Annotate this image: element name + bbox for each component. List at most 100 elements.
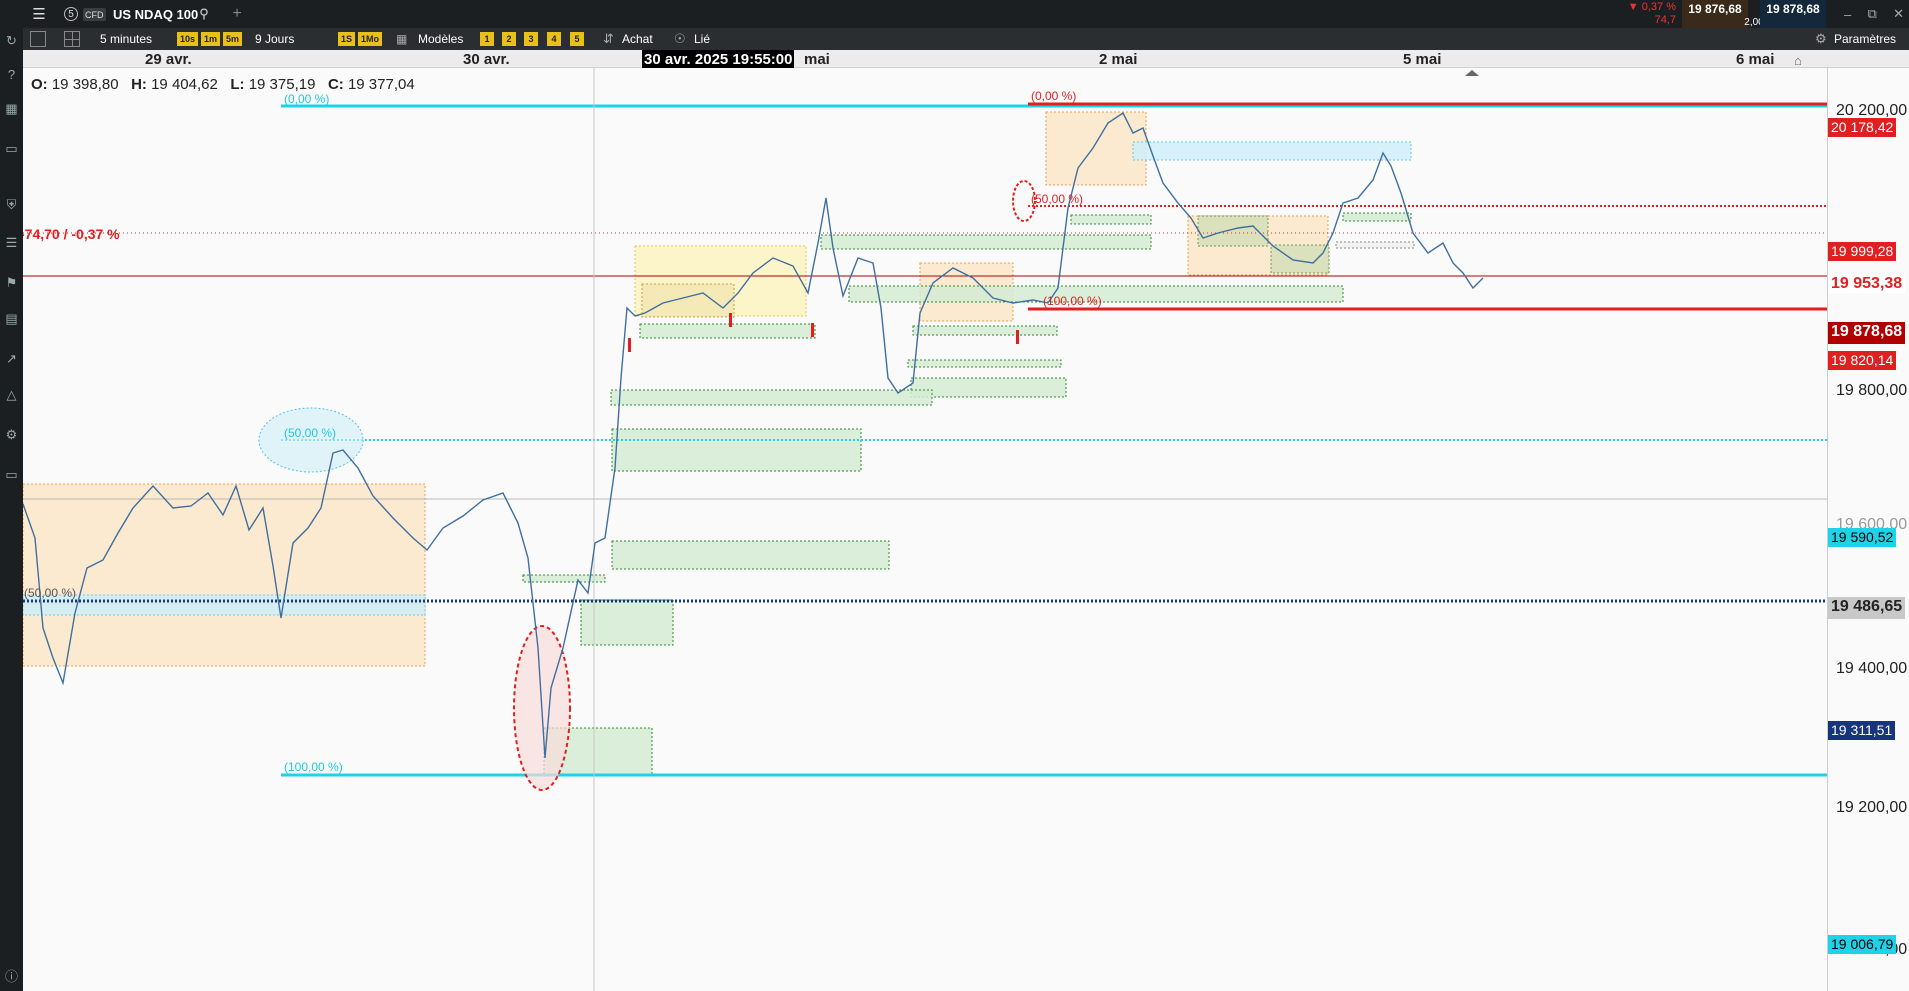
fib-label-red-0: (0,00 %) xyxy=(1031,89,1076,103)
layout-icon[interactable] xyxy=(64,31,80,47)
tf-1s[interactable]: 1S xyxy=(338,32,356,46)
price-tick: 19 400,00 xyxy=(1836,660,1908,677)
fib-label-red-50: (50,00 %) xyxy=(1031,192,1083,206)
zone-orange xyxy=(1045,111,1147,186)
zone-cyan xyxy=(1132,141,1412,161)
tag-icon[interactable]: ⚑ xyxy=(3,274,20,291)
level-label: 19 820,14 xyxy=(1828,351,1897,370)
trend-icon[interactable]: ↗ xyxy=(3,350,20,367)
price-chart[interactable]: (0,00 %) (50,00 %) (100,00 %) (50,00 %) (0,0… xyxy=(23,68,1827,991)
slot-5[interactable]: 5 xyxy=(570,32,584,46)
fib-label-0: (0,00 %) xyxy=(284,92,329,106)
close-value: 19 377,04 xyxy=(347,76,415,93)
date-label: 2 mai xyxy=(1099,51,1138,68)
slot-1[interactable]: 1 xyxy=(480,32,494,46)
date-label: mai xyxy=(804,51,830,68)
sell-button[interactable]: 19 876,68 xyxy=(1682,0,1748,28)
fib-label-red-100: (100,00 %) xyxy=(1043,294,1102,308)
ohlc-readout: O: 19 398,80 H: 19 404,62 L: 19 375,19 C… xyxy=(31,76,415,93)
slot-2[interactable]: 2 xyxy=(502,32,516,46)
zone-cyan xyxy=(23,594,426,616)
range-select[interactable]: 9 Jours xyxy=(255,32,294,46)
open-value: 19 398,80 xyxy=(51,76,119,93)
search-icon[interactable]: ⚲ xyxy=(196,6,212,22)
slot-3[interactable]: 3 xyxy=(524,32,538,46)
date-label: 5 mai xyxy=(1403,51,1442,68)
models-button[interactable]: Modèles xyxy=(418,32,463,46)
fib-label-50: (50,00 %) xyxy=(284,426,336,440)
level-label: 19 953,38 xyxy=(1828,274,1906,293)
date-axis: 29 avr. 30 avr. mai 30 avr. 2025 19:55:0… xyxy=(23,50,1909,69)
zone-green xyxy=(610,389,933,406)
zone-green xyxy=(912,325,1058,336)
fib-label-far-50: (50,00 %) xyxy=(24,586,76,600)
low-label: L: xyxy=(230,76,245,93)
open-label: O: xyxy=(31,76,48,93)
zone-green xyxy=(639,323,816,339)
zone-green xyxy=(611,428,862,472)
down-candle xyxy=(811,323,814,337)
zone-grey xyxy=(1335,241,1415,249)
menu-icon[interactable]: ☰ xyxy=(29,6,49,23)
window-buttons: – ⧉ ✕ xyxy=(1844,6,1904,22)
models-icon[interactable]: ▦ xyxy=(396,32,407,46)
slot-4[interactable]: 4 xyxy=(547,32,561,46)
close-icon[interactable]: ✕ xyxy=(1893,6,1904,22)
zone-green xyxy=(910,377,1067,398)
zone-green xyxy=(611,540,890,570)
top-toolbar: ☰ 5 CFD US NDAQ 100 ⚲ + ▼ 0,37 % 74,7 19… xyxy=(0,0,1909,28)
chart-bars-icon[interactable]: ▦ xyxy=(3,100,20,117)
refresh-icon[interactable]: ↻ xyxy=(3,32,20,49)
date-label: 30 avr. xyxy=(463,51,510,68)
high-label: H: xyxy=(131,76,147,93)
linked-toggle[interactable]: Lié xyxy=(694,32,710,46)
zone-yellow xyxy=(641,283,735,318)
cfd-tag: CFD xyxy=(83,8,106,21)
help-icon[interactable]: ? xyxy=(3,66,20,83)
last-price-label: 19 878,68 xyxy=(1828,322,1906,344)
tf-1mo[interactable]: 1Mo xyxy=(358,32,382,46)
cap-icon[interactable]: △ xyxy=(3,386,20,403)
screen-icon[interactable]: ▭ xyxy=(3,466,20,483)
price-tick: 19 800,00 xyxy=(1836,382,1908,399)
linked-icon: ☉ xyxy=(674,31,686,46)
settings-button[interactable]: Paramètres xyxy=(1834,32,1896,46)
gear-icon[interactable]: ⚙ xyxy=(1815,31,1827,47)
add-tab-icon[interactable]: + xyxy=(229,5,245,23)
ask-price: 19 878,68 xyxy=(1766,2,1820,16)
list-icon[interactable]: ☰ xyxy=(3,234,20,251)
minimize-icon[interactable]: – xyxy=(1844,7,1851,22)
card-icon[interactable]: ▭ xyxy=(3,140,20,157)
document-icon[interactable]: ▤ xyxy=(3,310,20,327)
home-icon[interactable]: ⌂ xyxy=(1794,53,1802,68)
low-value: 19 375,19 xyxy=(248,76,316,93)
buy-mode[interactable]: Achat xyxy=(622,32,653,46)
gear-icon[interactable]: ⚙ xyxy=(3,426,20,443)
level-label: 19 311,51 xyxy=(1828,721,1896,740)
tf-10s[interactable]: 10s xyxy=(177,32,199,46)
price-axis[interactable]: 20 200,00 19 800,00 19 600,00 19 400,00 … xyxy=(1827,68,1909,991)
interval-select[interactable]: 5 minutes xyxy=(100,32,152,46)
down-candle xyxy=(628,338,631,352)
change-pct: ▼ 0,37 % xyxy=(1627,1,1676,13)
change-abs: 74,7 xyxy=(1654,14,1676,26)
level-label: 20 178,42 xyxy=(1828,118,1897,137)
info-icon[interactable]: ⓘ xyxy=(3,968,20,985)
zone-green xyxy=(1342,212,1412,222)
chart-plot[interactable]: (0,00 %) (50,00 %) (100,00 %) (50,00 %) (0,0… xyxy=(23,68,1827,991)
trading-app: ☰ 5 CFD US NDAQ 100 ⚲ + ▼ 0,37 % 74,7 19… xyxy=(0,0,1909,991)
instrument-name[interactable]: US NDAQ 100 xyxy=(113,6,198,22)
restore-icon[interactable]: ⧉ xyxy=(1868,6,1877,22)
level-label: 19 590,52 xyxy=(1828,528,1897,547)
crosshair-date: 30 avr. 2025 19:55:00 xyxy=(642,50,795,69)
price-tick: 19 200,00 xyxy=(1836,799,1908,816)
zone-olive xyxy=(1270,244,1330,274)
tf-1m[interactable]: 1m xyxy=(201,32,221,46)
instrument-badge: 5 xyxy=(64,7,78,21)
down-candle xyxy=(1016,330,1019,344)
shield-icon[interactable]: ⛨ xyxy=(3,196,20,213)
tf-5m[interactable]: 5m xyxy=(223,32,243,46)
panel-icon[interactable] xyxy=(30,31,46,47)
left-sidebar: ↻ ? ▦ ▭ ⛨ ☰ ⚑ ▤ ↗ △ ⚙ ▭ ⓘ xyxy=(0,28,23,991)
buy-button[interactable]: 19 878,68 xyxy=(1760,0,1826,28)
